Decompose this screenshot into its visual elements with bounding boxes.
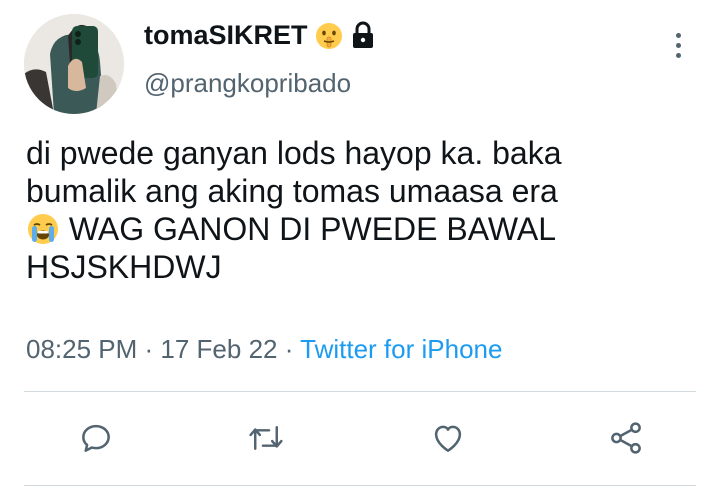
tweet-text-line: HSJSKHDWJ: [26, 249, 222, 285]
share-button[interactable]: [604, 416, 648, 460]
reply-icon: [82, 424, 110, 452]
like-icon: [434, 425, 462, 452]
tweet-text: di pwede ganyan lods hayop ka. baka buma…: [26, 134, 696, 286]
like-button[interactable]: [426, 416, 470, 460]
tweet-time[interactable]: 08:25 PM: [26, 334, 137, 364]
tweet-text-segment: WAG GANON DI PWEDE BAWAL: [60, 211, 557, 247]
retweet-icon: [249, 426, 283, 450]
tweet-source-link[interactable]: Twitter for iPhone: [300, 334, 502, 364]
tweet-date[interactable]: 17 Feb 22: [160, 334, 277, 364]
shushing-face-emoji: [315, 22, 342, 49]
meta-separator: ·: [277, 334, 301, 364]
loudly-crying-face-emoji: [28, 214, 58, 244]
display-name[interactable]: tomaSIKRET: [144, 20, 308, 51]
divider: [24, 391, 696, 392]
divider: [24, 485, 696, 486]
display-name-row[interactable]: tomaSIKRET: [144, 20, 376, 51]
avatar[interactable]: [24, 14, 124, 114]
tweet-text-line: WAG GANON DI PWEDE BAWAL: [26, 210, 696, 248]
reply-button[interactable]: [74, 416, 118, 460]
tweet-text-line: bumalik ang aking tomas umaasa era: [26, 173, 558, 209]
dot: [675, 32, 681, 38]
tweet-meta: 08:25 PM · 17 Feb 22 · Twitter for iPhon…: [26, 334, 502, 365]
user-handle[interactable]: @prangkopribado: [144, 68, 351, 99]
share-icon: [611, 422, 641, 454]
dot: [675, 52, 681, 58]
tweet-text-line: di pwede ganyan lods hayop ka. baka: [26, 135, 562, 171]
lock-icon: [352, 21, 373, 48]
avatar-image: [24, 14, 124, 114]
more-options-button[interactable]: [664, 28, 692, 62]
retweet-button[interactable]: [244, 416, 288, 460]
dot: [675, 42, 681, 48]
meta-separator: ·: [137, 334, 161, 364]
